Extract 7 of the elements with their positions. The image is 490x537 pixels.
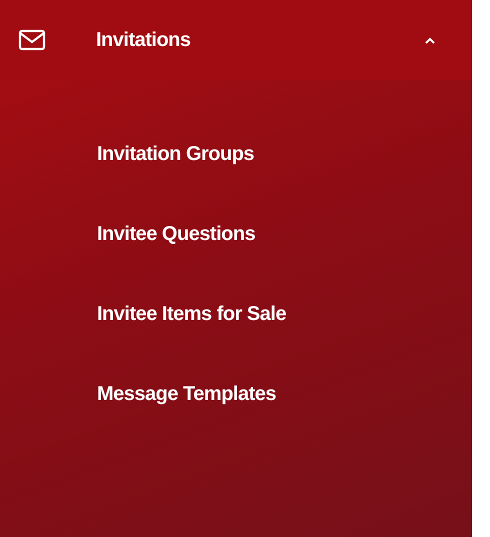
chevron-icon (424, 36, 436, 44)
mail-icon (18, 29, 46, 51)
submenu-item[interactable]: Invitee Questions (0, 194, 472, 274)
submenu-item[interactable]: Invitation Groups (0, 114, 472, 194)
submenu-item[interactable]: Invitee Items for Sale (0, 274, 472, 354)
invitations-menu-item[interactable]: Invitations (0, 0, 472, 80)
submenu-item[interactable]: Message Templates (0, 354, 472, 434)
